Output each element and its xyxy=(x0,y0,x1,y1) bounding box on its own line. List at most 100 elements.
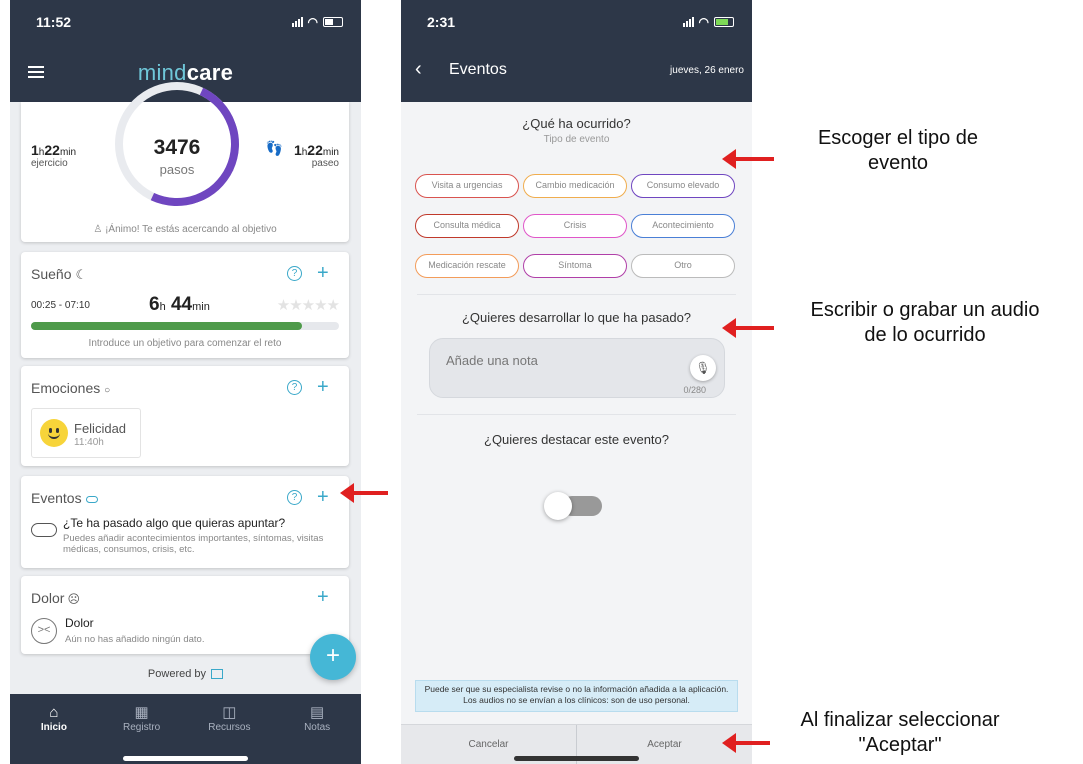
tab-registro[interactable]: ▦ Registro xyxy=(107,704,177,764)
bottom-tab-bar: ⌂ Inicio ▦ Registro ◫ Recursos ▤ Notas xyxy=(10,694,361,764)
back-arrow-icon[interactable]: ‹ xyxy=(415,58,422,81)
event-type-subtitle: Tipo de evento xyxy=(543,134,610,145)
arrow-to-note xyxy=(722,318,774,338)
help-icon[interactable]: ? xyxy=(287,490,302,505)
wifi-icon: ◠ xyxy=(698,15,709,29)
pain-name: Dolor xyxy=(65,616,94,630)
annotation-event-type: Escoger el tipo de evento xyxy=(817,127,979,174)
emotions-title: Emociones ○ xyxy=(31,380,111,396)
add-event-button[interactable]: + xyxy=(317,487,329,507)
annotation-accept: Al finalizar seleccionar "Aceptar" xyxy=(800,709,1000,756)
note-placeholder: Añade una nota xyxy=(446,353,538,368)
powered-by: Powered by xyxy=(10,668,361,680)
status-bar: 2:31 ◠ xyxy=(401,0,752,44)
add-sleep-button[interactable]: + xyxy=(317,263,329,283)
date-label: jueves, 26 enero xyxy=(670,65,744,76)
note-input[interactable]: Añade una nota 🎙 0/280 xyxy=(429,338,725,398)
moon-icon: ☾ xyxy=(75,267,88,282)
floating-add-button[interactable]: + xyxy=(310,634,356,680)
event-form: ¿Qué ha ocurrido? Tipo de evento Visita … xyxy=(401,102,752,764)
divider xyxy=(417,414,736,415)
home-indicator xyxy=(123,756,248,761)
footprints-icon: 👣 xyxy=(265,140,283,156)
info-banner: Puede ser que su especialista revise o n… xyxy=(415,680,738,712)
rating-stars[interactable]: ★★★★★ xyxy=(277,296,340,314)
annotation-note: Escribir o grabar un audio de lo ocurrido xyxy=(810,299,1040,346)
sleep-duration: 6h 44min xyxy=(149,294,210,315)
chip-sintoma[interactable]: Síntoma xyxy=(523,254,627,278)
chip-crisis[interactable]: Crisis xyxy=(523,214,627,238)
event-prompt: ¿Te ha pasado algo que quieras apuntar? xyxy=(63,516,286,530)
chip-otro[interactable]: Otro xyxy=(631,254,735,278)
status-time: 2:31 xyxy=(427,14,456,30)
steps-count: 3476 xyxy=(153,136,201,159)
event-form-screen: 2:31 ◠ ‹ Eventos jueves, 26 enero ¿Qué h… xyxy=(401,0,752,764)
pain-description: Aún no has añadido ningún dato. xyxy=(65,634,205,645)
event-type-question: ¿Qué ha ocurrido? xyxy=(522,116,631,131)
note-icon: ▤ xyxy=(310,704,325,721)
sleep-hint: Introduce un objetivo para comenzar el r… xyxy=(88,338,282,349)
status-icons: ◠ xyxy=(291,15,343,29)
events-card[interactable]: Eventos ? + ¿Te ha pasado algo que quier… xyxy=(21,476,349,568)
help-icon[interactable]: ? xyxy=(287,380,302,395)
status-icons: ◠ xyxy=(682,15,734,29)
activity-card: 3476 pasos 1h22min ejercicio 👣 1h22min p… xyxy=(21,64,349,242)
emotions-card[interactable]: Emociones ○ ? + Felicidad 11:40h xyxy=(21,366,349,466)
chip-consumo-elevado[interactable]: Consumo elevado xyxy=(631,174,735,198)
microphone-icon[interactable]: 🎙 xyxy=(690,355,716,381)
signal-icon xyxy=(291,17,303,27)
add-pain-button[interactable]: + xyxy=(317,587,329,607)
pain-face-small-icon: ☹ xyxy=(67,592,80,606)
pain-face-icon: >< xyxy=(31,618,57,644)
tab-inicio[interactable]: ⌂ Inicio xyxy=(19,704,89,764)
tab-recursos[interactable]: ◫ Recursos xyxy=(194,704,264,764)
chip-cambio-medicacion[interactable]: Cambio medicación xyxy=(523,174,627,198)
tab-notas[interactable]: ▤ Notas xyxy=(282,704,352,764)
emotion-time: 11:40h xyxy=(74,437,104,448)
add-emotion-button[interactable]: + xyxy=(317,377,329,397)
signal-icon xyxy=(682,17,694,27)
arrow-to-add-event xyxy=(340,483,388,503)
battery-icon xyxy=(323,17,343,27)
chip-medicacion-rescate[interactable]: Medicación rescate xyxy=(415,254,519,278)
walk-stat: 1h22min paseo xyxy=(293,142,339,169)
emotion-entry[interactable]: Felicidad 11:40h xyxy=(31,408,141,458)
wifi-icon: ◠ xyxy=(307,15,318,29)
status-bar: 11:52 ◠ xyxy=(10,0,361,44)
steps-label: pasos xyxy=(159,162,195,177)
home-indicator xyxy=(514,756,639,761)
events-title: Eventos xyxy=(31,490,98,506)
note-counter: 0/280 xyxy=(683,385,706,395)
battery-charging-icon xyxy=(714,17,734,27)
circle-icon: ○ xyxy=(104,385,111,396)
sleep-range: 00:25 - 07:10 xyxy=(31,300,90,311)
help-icon[interactable]: ? xyxy=(287,266,302,281)
sleep-title: Sueño ☾ xyxy=(31,266,88,282)
emotion-name: Felicidad xyxy=(74,421,127,436)
chip-visita-urgencias[interactable]: Visita a urgencias xyxy=(415,174,519,198)
book-icon: ◫ xyxy=(222,704,237,721)
pain-card[interactable]: Dolor ☹ + >< Dolor Aún no has añadido nin… xyxy=(21,576,349,654)
arrow-to-event-type xyxy=(722,149,774,169)
arrow-to-accept xyxy=(722,733,770,753)
event-pill-icon xyxy=(31,523,57,537)
home-screen: 11:52 ◠ mindcare 3476 pasos 1h22min ejer… xyxy=(10,0,361,764)
note-question: ¿Quieres desarrollar lo que ha pasado? xyxy=(461,310,692,325)
highlight-toggle[interactable] xyxy=(544,492,604,520)
app-bar: ‹ Eventos jueves, 26 enero xyxy=(401,44,752,102)
chip-acontecimiento[interactable]: Acontecimiento xyxy=(631,214,735,238)
divider xyxy=(417,294,736,295)
trophy-icon: ♙ xyxy=(93,224,106,235)
brand-chart-icon xyxy=(211,669,224,680)
exercise-stat: 1h22min ejercicio xyxy=(31,142,77,169)
chip-consulta-medica[interactable]: Consulta médica xyxy=(415,214,519,238)
status-time: 11:52 xyxy=(36,14,72,30)
page-title: Eventos xyxy=(449,61,507,78)
smiley-icon xyxy=(40,419,68,447)
highlight-question: ¿Quieres destacar este evento? xyxy=(484,432,669,447)
calendar-icon: ▦ xyxy=(134,704,149,721)
encourage-text: ♙ ¡Ánimo! Te estás acercando al objetivo xyxy=(93,224,277,235)
sleep-progress-bar xyxy=(31,322,339,330)
sleep-progress-fill xyxy=(31,322,303,330)
sleep-card[interactable]: Sueño ☾ ? + 00:25 - 07:10 6h 44min ★★★★★ … xyxy=(21,252,349,358)
